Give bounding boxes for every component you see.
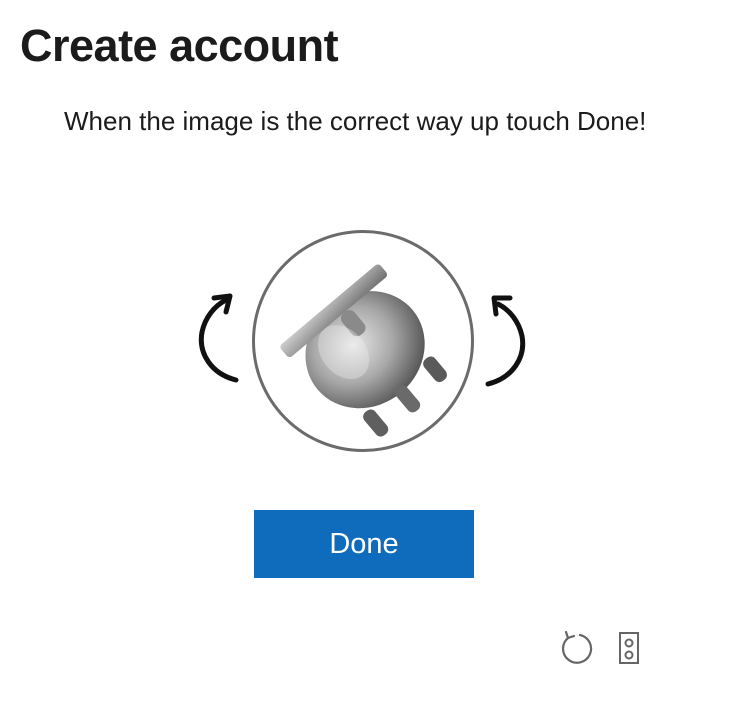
instruction-text: When the image is the correct way up tou…: [64, 106, 647, 136]
refresh-button[interactable]: [556, 628, 596, 668]
rotated-pot-image: [280, 264, 447, 437]
page-title: Create account: [20, 20, 339, 71]
audio-speaker-icon: [619, 632, 639, 664]
rotate-right-button[interactable]: [480, 290, 532, 390]
rotate-left-arrow-icon: [198, 293, 239, 383]
audio-challenge-button[interactable]: [610, 628, 650, 668]
rotate-left-button[interactable]: [192, 288, 244, 388]
refresh-icon: [561, 630, 593, 664]
done-button[interactable]: Done: [254, 510, 474, 578]
rotate-right-arrow-icon: [485, 295, 526, 387]
rotate-puzzle-image: [252, 230, 474, 452]
